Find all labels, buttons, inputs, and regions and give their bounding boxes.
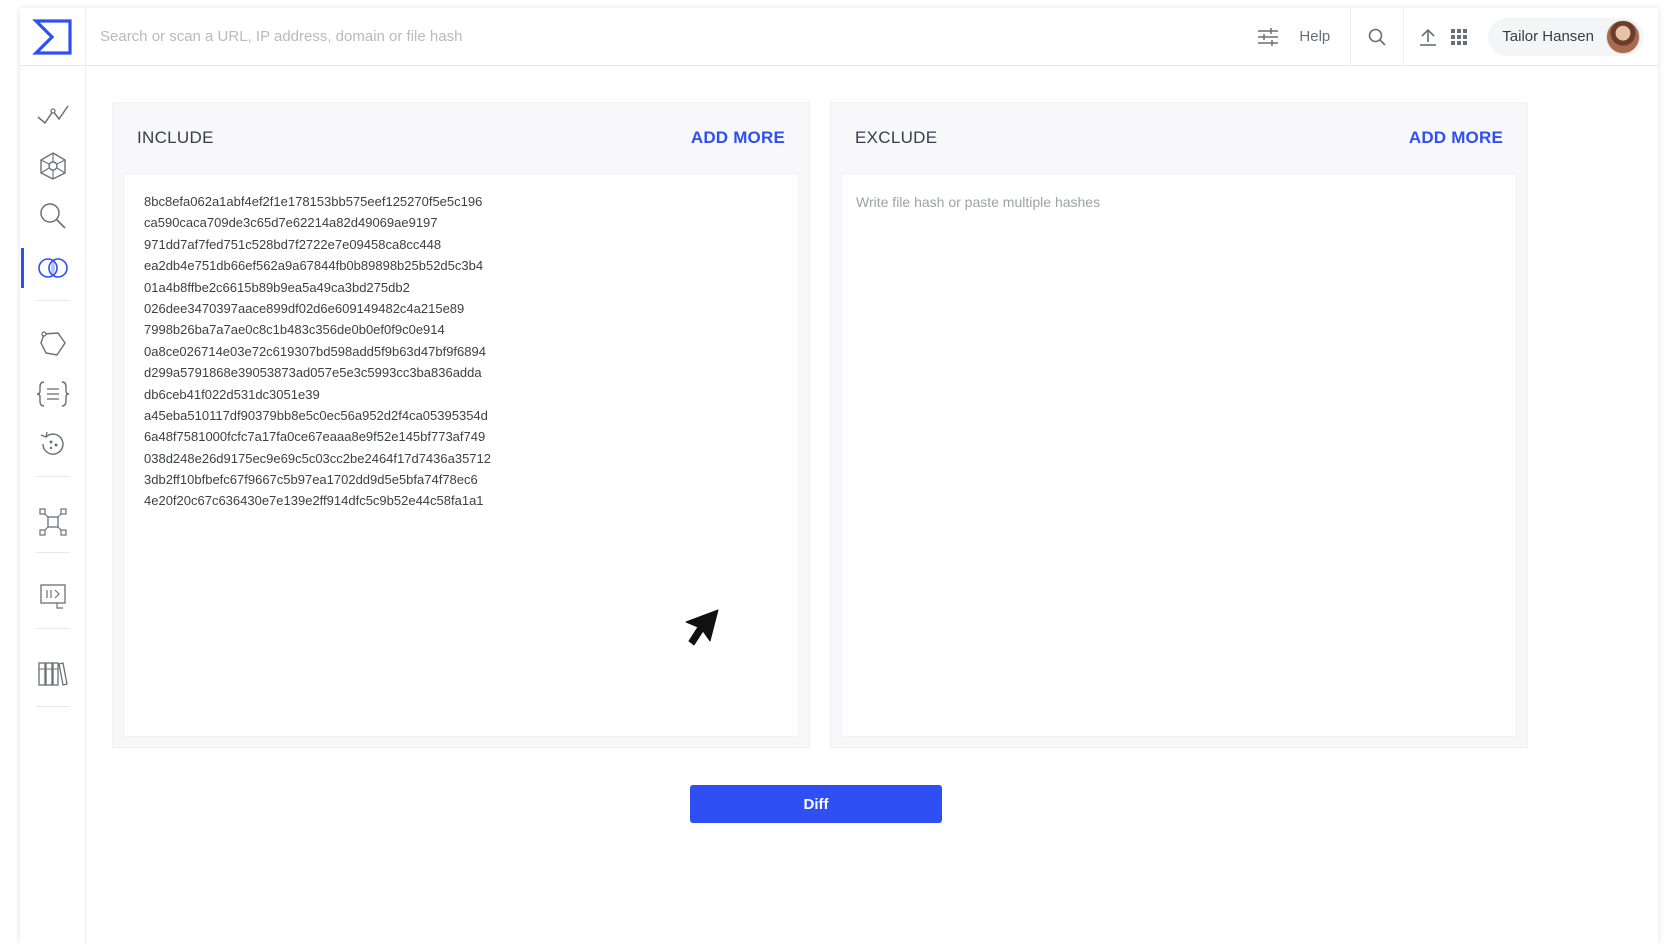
top-bar: Help xyxy=(20,7,1658,66)
library-icon xyxy=(38,662,68,686)
upload-button[interactable] xyxy=(1404,8,1444,66)
sidebar-item-diff[interactable] xyxy=(20,248,86,288)
diff-circles-icon xyxy=(38,258,68,278)
sidebar-item-search[interactable] xyxy=(20,196,86,236)
sidebar-item-network[interactable] xyxy=(20,146,86,186)
hash-line: ea2db4e751db66ef562a9a67844fb0b89898b25b… xyxy=(144,258,484,274)
graph-icon xyxy=(39,508,67,536)
logo[interactable] xyxy=(20,7,86,66)
hexagon-network-icon xyxy=(40,152,66,180)
rules-brackets-icon xyxy=(36,381,70,407)
exclude-add-more-button[interactable]: ADD MORE xyxy=(1409,128,1503,148)
divider xyxy=(36,300,70,301)
hash-line: 971dd7af7fed751c528bd7f2722e7e09458ca8cc… xyxy=(144,236,442,252)
hash-line: db6ceb41f022d531dc3051e39 xyxy=(144,386,320,402)
user-name: Tailor Hansen xyxy=(1502,28,1594,45)
divider xyxy=(36,476,70,477)
search-icon xyxy=(40,203,66,229)
sigma-logo-icon xyxy=(31,18,72,55)
exclude-panel: EXCLUDE ADD MORE xyxy=(830,102,1528,748)
filter-settings-button[interactable] xyxy=(1247,8,1289,66)
retrohunt-icon xyxy=(40,431,64,455)
sidebar-item-retrohunt[interactable] xyxy=(20,424,86,464)
hash-line: 7998b26ba7a7ae0c8c1b483c356de0b0ef0f9c0e… xyxy=(144,322,445,338)
mouse-cursor-icon xyxy=(685,609,719,646)
hash-line: ca590caca709de3c65d7e62214a82d49069ae919… xyxy=(144,215,438,231)
divider xyxy=(36,706,70,707)
exclude-title: EXCLUDE xyxy=(855,128,938,147)
search-button[interactable] xyxy=(1351,8,1403,66)
sidebar xyxy=(20,66,86,944)
grid-icon xyxy=(1451,28,1468,45)
divider xyxy=(36,552,70,553)
search-input[interactable] xyxy=(86,16,1248,57)
hash-line: 6a48f7581000fcfc7a17fa0ce67eaaa8e9f52e14… xyxy=(144,429,486,445)
include-panel-header: INCLUDE ADD MORE xyxy=(113,103,809,173)
upload-icon xyxy=(1420,28,1437,46)
diff-button[interactable]: Diff xyxy=(690,785,942,823)
hash-line: 026dee3470397aace899df02d6e609149482c4a2… xyxy=(144,300,465,316)
include-title: INCLUDE xyxy=(137,128,214,147)
hash-list: 8bc8efa062a1abf4ef2f1e178153bb575eef1252… xyxy=(144,191,491,512)
hash-line: 4e20f20c67c636430e7e139e2ff914dfc5c9b52e… xyxy=(144,493,484,509)
app-window: Help xyxy=(20,7,1658,944)
hash-line: 038d248e26d9175ec9e69c5c03cc2be2464f17d7… xyxy=(144,450,492,466)
apps-grid-button[interactable] xyxy=(1444,8,1474,66)
include-add-more-button[interactable]: ADD MORE xyxy=(691,128,785,148)
help-link[interactable]: Help xyxy=(1289,8,1350,66)
divider xyxy=(36,628,70,629)
user-menu[interactable]: Tailor Hansen xyxy=(1488,17,1644,56)
hunt-icon xyxy=(40,331,66,356)
sliders-icon xyxy=(1258,27,1279,46)
hash-line: 01a4b8ffbe2c6615b89b9ea5a49ca3bd275db2 xyxy=(144,279,410,295)
hash-line: 0a8ce026714e03e72c619307bd598add5f9b63d4… xyxy=(144,343,486,359)
sidebar-item-graph[interactable] xyxy=(20,502,86,542)
trend-icon xyxy=(37,105,69,125)
hash-line: a45eba510117df90379bb8e5c0ec56a952d2f4ca… xyxy=(144,407,488,423)
hash-line: 8bc8efa062a1abf4ef2f1e178153bb575eef1252… xyxy=(144,194,483,209)
exclude-panel-header: EXCLUDE ADD MORE xyxy=(831,103,1527,173)
hash-line: 3db2ff10bfbefc67f9667c5b97ea1702dd9d5e5b… xyxy=(144,472,478,488)
search-icon xyxy=(1368,28,1386,46)
include-hash-textarea[interactable]: 8bc8efa062a1abf4ef2f1e178153bb575eef1252… xyxy=(123,173,799,737)
sidebar-item-rules[interactable] xyxy=(20,374,86,414)
sidebar-item-trends[interactable] xyxy=(20,96,86,136)
hash-line: d299a5791868e39053873ad057e5e3c5993cc3ba… xyxy=(144,365,482,381)
sidebar-item-library[interactable] xyxy=(20,654,86,694)
translate-icon xyxy=(40,584,66,609)
sidebar-item-hunt[interactable] xyxy=(20,324,86,364)
exclude-hash-input[interactable] xyxy=(856,194,1456,210)
exclude-hash-area xyxy=(841,173,1517,737)
avatar xyxy=(1606,19,1640,54)
sidebar-item-translate[interactable] xyxy=(20,576,86,616)
include-panel: INCLUDE ADD MORE 8bc8efa062a1abf4ef2f1e1… xyxy=(112,102,810,748)
